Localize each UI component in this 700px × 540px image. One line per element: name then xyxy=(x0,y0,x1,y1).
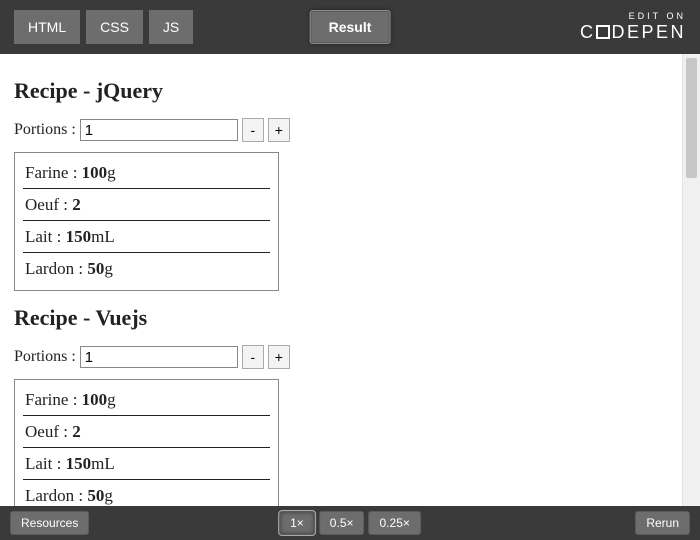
tab-js[interactable]: JS xyxy=(149,10,193,44)
list-item: Lait : 150mL xyxy=(23,221,270,253)
bottombar: Resources 1× 0.5× 0.25× Rerun xyxy=(0,506,700,540)
ingredients-list-jquery: Farine : 100g Oeuf : 2 Lait : 150mL Lard… xyxy=(14,152,279,291)
portions-input-vuejs[interactable] xyxy=(80,346,238,368)
zoom-1x[interactable]: 1× xyxy=(279,511,315,535)
scrollbar[interactable] xyxy=(682,54,700,506)
codepen-logo[interactable]: EDIT ON CDEPEN xyxy=(580,12,686,42)
zoom-05x[interactable]: 0.5× xyxy=(319,511,365,535)
recipe-vuejs-title: Recipe - Vuejs xyxy=(14,305,668,331)
codepen-brand: CDEPEN xyxy=(580,22,686,42)
ingredients-list-vuejs: Farine : 100g Oeuf : 2 Lait : 150mL Lard… xyxy=(14,379,279,506)
portions-label: Portions : xyxy=(14,348,76,366)
portions-minus-jquery[interactable]: - xyxy=(242,118,264,142)
list-item: Oeuf : 2 xyxy=(23,189,270,221)
list-item: Farine : 100g xyxy=(23,157,270,189)
portions-label: Portions : xyxy=(14,121,76,139)
list-item: Oeuf : 2 xyxy=(23,416,270,448)
scrollbar-thumb[interactable] xyxy=(686,58,697,178)
list-item: Lardon : 50g xyxy=(23,480,270,506)
codepen-edit-label: EDIT ON xyxy=(580,12,686,21)
resources-button[interactable]: Resources xyxy=(10,511,89,535)
tab-html[interactable]: HTML xyxy=(14,10,80,44)
list-item: Farine : 100g xyxy=(23,384,270,416)
list-item: Lardon : 50g xyxy=(23,253,270,284)
codepen-box-icon xyxy=(596,25,610,39)
portions-plus-jquery[interactable]: + xyxy=(268,118,290,142)
portions-row-vuejs: Portions : - + xyxy=(14,345,668,369)
portions-row-jquery: Portions : - + xyxy=(14,118,668,142)
result-pane: Recipe - jQuery Portions : - + Farine : … xyxy=(0,54,682,506)
topbar: HTML CSS JS Result EDIT ON CDEPEN xyxy=(0,0,700,54)
zoom-group: 1× 0.5× 0.25× xyxy=(279,511,421,535)
recipe-jquery-title: Recipe - jQuery xyxy=(14,78,668,104)
portions-input-jquery[interactable] xyxy=(80,119,238,141)
tab-result[interactable]: Result xyxy=(310,10,391,44)
list-item: Lait : 150mL xyxy=(23,448,270,480)
tab-css[interactable]: CSS xyxy=(86,10,143,44)
rerun-button[interactable]: Rerun xyxy=(635,511,690,535)
portions-plus-vuejs[interactable]: + xyxy=(268,345,290,369)
content-area: Recipe - jQuery Portions : - + Farine : … xyxy=(0,54,700,506)
zoom-025x[interactable]: 0.25× xyxy=(369,511,421,535)
portions-minus-vuejs[interactable]: - xyxy=(242,345,264,369)
